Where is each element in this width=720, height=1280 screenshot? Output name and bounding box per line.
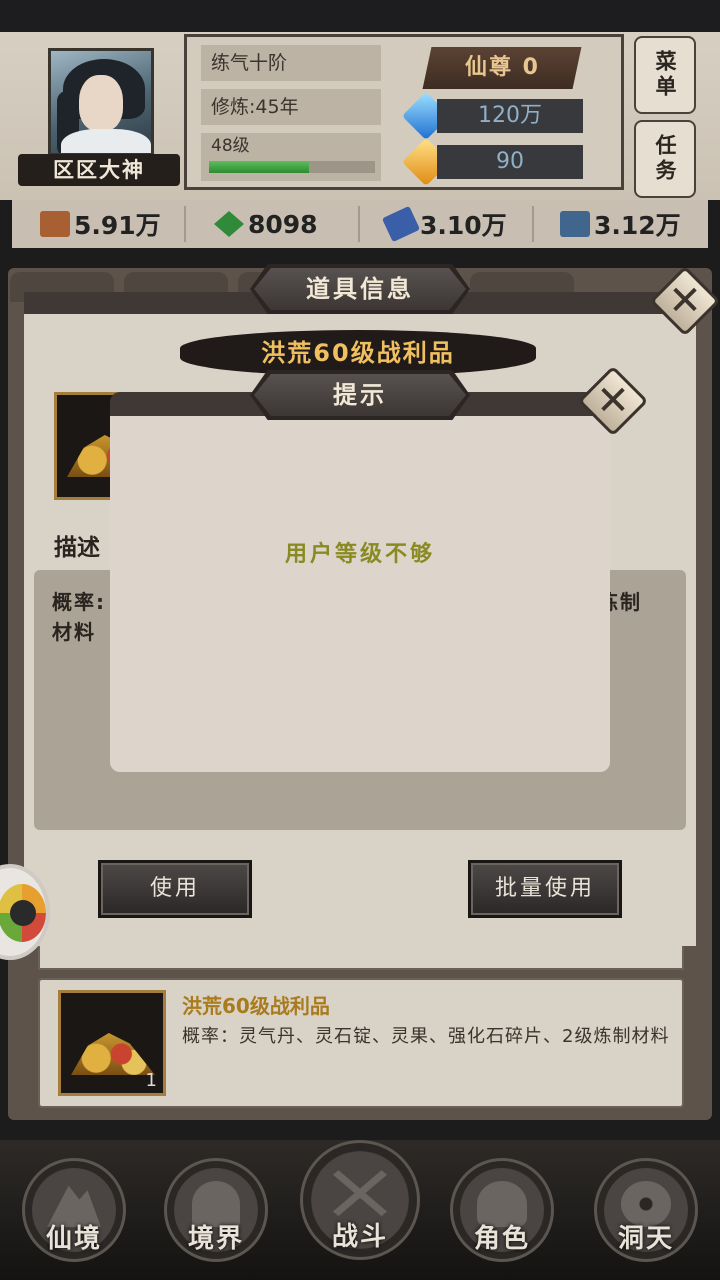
resource-herb: 8098 xyxy=(214,200,318,248)
close-icon: ✕ xyxy=(596,378,630,424)
rank-title-text: 仙尊 0 xyxy=(464,55,540,80)
crossed-swords-icon xyxy=(333,1170,387,1217)
level-label: 48级 xyxy=(211,136,250,156)
resource-value: 3.10万 xyxy=(420,211,507,240)
resource-value: 8098 xyxy=(248,209,318,239)
divider xyxy=(184,206,186,242)
close-icon: ✕ xyxy=(668,278,702,324)
description-text-start: 概率: xyxy=(52,590,106,614)
item-thumbnail: 1 xyxy=(58,990,166,1096)
item-description: 概率：灵气丹、灵石锭、灵果、强化石碎片、2级炼制材料 xyxy=(182,1026,670,1047)
resource-spirit-stone: 3.10万 xyxy=(381,200,507,248)
exp-bar xyxy=(209,161,375,173)
nav-jingjie[interactable]: 境界 xyxy=(164,1158,268,1262)
nav-label: 角色 xyxy=(473,1224,530,1254)
rank-title-badge: 仙尊 0 xyxy=(422,47,582,89)
resource-bar: 5.91万 8098 3.10万 3.12万 xyxy=(12,200,708,248)
alert-banner: 提示 xyxy=(250,370,470,420)
item-name-banner: 洪荒60级战利品 xyxy=(180,330,536,376)
resource-iron: 3.12万 xyxy=(560,200,681,248)
divider xyxy=(532,206,534,242)
player-header: 区区大神 练气十阶 修炼:45年 48级 仙尊 0 120万 90 菜单 任务 xyxy=(0,32,720,200)
item-title: 洪荒60级战利品 xyxy=(182,994,330,1018)
nav-dongtian[interactable]: 洞天 xyxy=(594,1158,698,1262)
alert-dialog xyxy=(110,392,610,772)
ore-icon xyxy=(40,211,70,237)
gold-gem-count[interactable]: 90 xyxy=(437,145,583,179)
player-name: 区区大神 xyxy=(18,154,180,186)
cultivation-label: 修炼:45年 xyxy=(201,89,381,125)
player-info-panel: 练气十阶 修炼:45年 48级 仙尊 0 120万 90 xyxy=(184,34,624,190)
alert-title: 提示 xyxy=(254,374,466,416)
nav-label: 战斗 xyxy=(331,1222,388,1252)
level-box: 48级 xyxy=(201,133,381,181)
nav-zhandou[interactable]: 战斗 xyxy=(300,1140,420,1260)
nav-label: 洞天 xyxy=(617,1224,674,1254)
divider xyxy=(358,206,360,242)
avatar-face xyxy=(79,75,123,131)
use-button[interactable]: 使用 xyxy=(98,860,252,918)
spirit-stone-icon xyxy=(381,205,421,243)
item-info-banner: 道具信息 xyxy=(250,264,470,314)
resource-value: 3.12万 xyxy=(594,211,681,240)
avatar[interactable] xyxy=(48,48,154,156)
exp-bar-fill xyxy=(209,161,309,173)
description-label: 描述 xyxy=(54,535,100,561)
herb-icon xyxy=(214,211,244,237)
nav-xianjing[interactable]: 仙境 xyxy=(22,1158,126,1262)
resource-value: 5.91万 xyxy=(74,211,161,240)
bulk-use-button[interactable]: 批量使用 xyxy=(468,860,622,918)
status-bar xyxy=(0,0,720,32)
treasure-pile-icon xyxy=(71,1033,155,1075)
blue-gem-count[interactable]: 120万 xyxy=(437,99,583,133)
list-item[interactable]: 1 洪荒60级战利品 概率：灵气丹、灵石锭、灵果、强化石碎片、2级炼制材料 xyxy=(38,978,684,1108)
alert-message: 用户等级不够 xyxy=(284,542,435,567)
nav-juese[interactable]: 角色 xyxy=(450,1158,554,1262)
resource-ore: 5.91万 xyxy=(40,200,161,248)
realm-label: 练气十阶 xyxy=(201,45,381,81)
item-count: 1 xyxy=(145,1070,157,1091)
task-button[interactable]: 任务 xyxy=(634,120,696,198)
nav-label: 境界 xyxy=(187,1224,244,1254)
iron-icon xyxy=(560,211,590,237)
menu-button[interactable]: 菜单 xyxy=(634,36,696,114)
gamepad-icon-core xyxy=(10,900,36,926)
description-text-line2: 材料 xyxy=(52,620,96,644)
avatar-body xyxy=(61,129,151,153)
item-info-title: 道具信息 xyxy=(254,268,466,310)
nav-label: 仙境 xyxy=(45,1224,102,1254)
